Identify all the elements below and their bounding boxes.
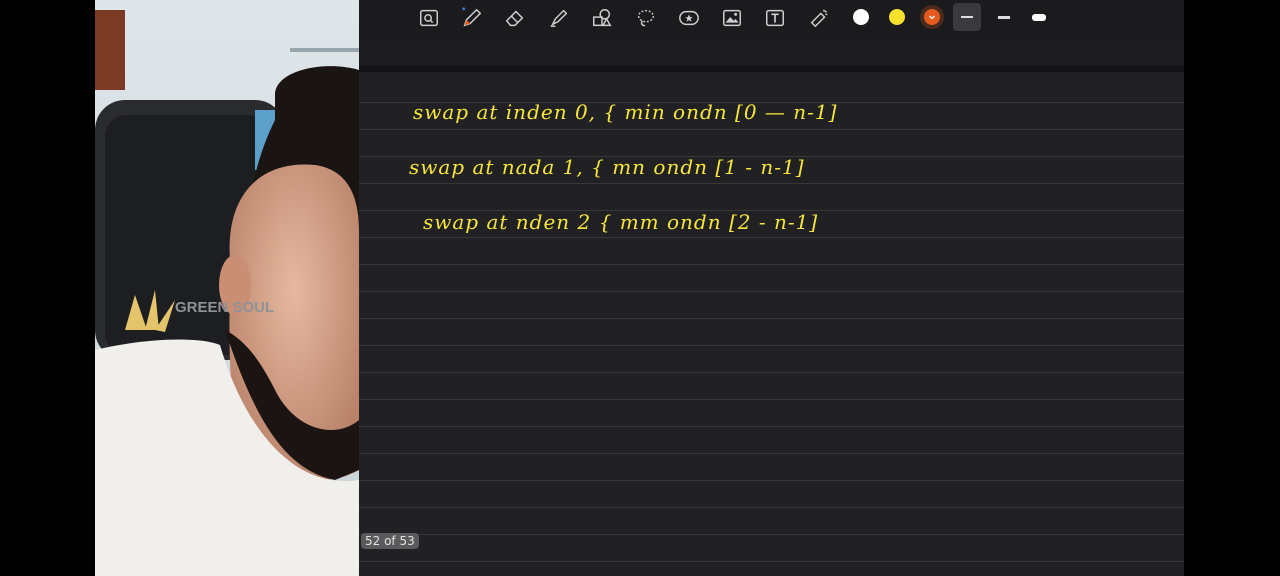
stroke-thin-icon <box>961 16 973 18</box>
text-box-icon <box>766 9 784 27</box>
chevron-down-icon <box>929 15 935 20</box>
note-line-3: swap at nden 2 { mm ondn [2 - n-1] <box>423 210 819 234</box>
notes-app: swap at inden 0, { min ondn [0 — n-1] sw… <box>359 0 1184 576</box>
highlighter-icon <box>550 9 568 27</box>
lasso-icon <box>637 9 655 27</box>
laser-pointer-icon <box>810 9 828 28</box>
color-swatch-yellow[interactable] <box>889 9 905 25</box>
eraser-tool[interactable] <box>502 5 528 31</box>
chair-logo-text: GREEN SOUL <box>175 299 274 316</box>
color-swatch-white[interactable] <box>853 9 869 25</box>
laser-pointer-tool[interactable] <box>806 5 832 31</box>
stroke-thick-button[interactable] <box>1025 3 1053 31</box>
color-swatch-orange[interactable] <box>924 9 940 25</box>
highlighter-tool[interactable] <box>546 5 572 31</box>
stroke-medium-button[interactable] <box>990 3 1018 31</box>
stroke-medium-icon <box>998 16 1010 19</box>
lasso-tool[interactable] <box>633 5 659 31</box>
eraser-icon <box>505 10 524 27</box>
sticker-tool[interactable] <box>676 5 702 31</box>
shapes-icon <box>593 9 612 27</box>
zoom-box-tool[interactable] <box>416 5 442 31</box>
text-tool[interactable] <box>762 5 788 31</box>
pen-tool[interactable] <box>459 5 485 31</box>
note-line-1: swap at inden 0, { min ondn [0 — n-1] <box>413 100 838 124</box>
webcam-overlay: GREEN SOUL <box>95 0 359 576</box>
note-line-2: swap at nada 1, { mn ondn [1 - n-1] <box>409 155 805 179</box>
stroke-thin-button[interactable] <box>953 3 981 31</box>
webcam-feed: GREEN SOUL <box>95 0 359 576</box>
page-counter: 52 of 53 <box>361 533 419 549</box>
image-tool[interactable] <box>719 5 745 31</box>
zoom-box-icon <box>420 9 438 27</box>
toolbar <box>359 0 1184 36</box>
stroke-thick-icon <box>1032 14 1046 21</box>
pen-icon <box>462 7 482 27</box>
sticker-icon <box>679 10 699 26</box>
shapes-tool[interactable] <box>589 5 615 31</box>
image-icon <box>723 9 741 27</box>
note-page[interactable]: swap at inden 0, { min ondn [0 — n-1] sw… <box>359 72 1184 576</box>
